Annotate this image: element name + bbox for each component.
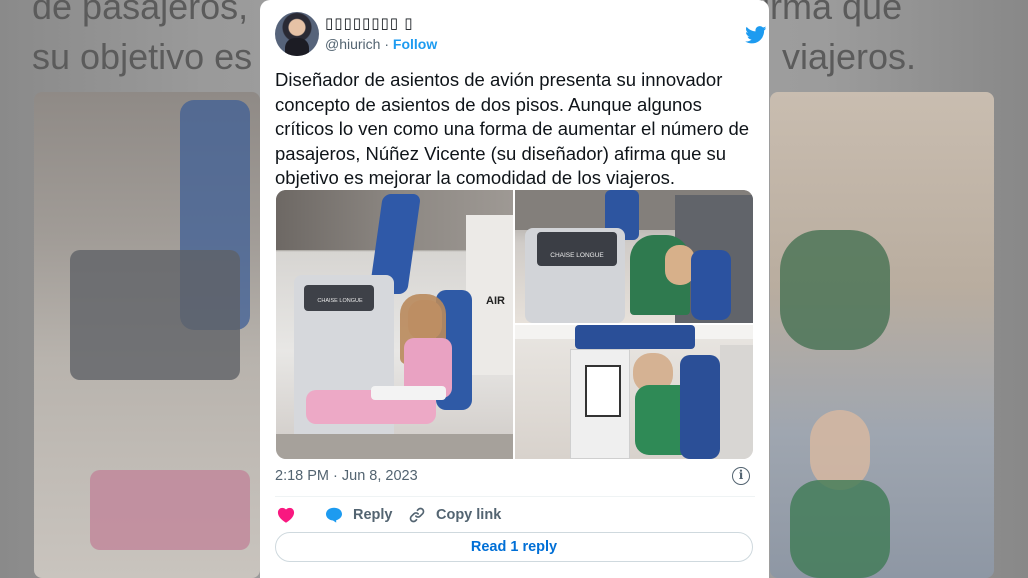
avatar[interactable]: [275, 12, 319, 56]
bg-left-pink: [90, 470, 250, 550]
armrest: [371, 386, 446, 400]
floor: [276, 434, 513, 459]
seat-blue-3: [680, 355, 720, 459]
read-replies-button[interactable]: Read 1 reply: [275, 532, 753, 562]
tweet-text: Diseñador de asientos de avión presenta …: [275, 69, 750, 188]
photo-top-right[interactable]: CHAISE LONGUE: [515, 190, 753, 323]
upper-seat-3: [575, 325, 695, 349]
copy-link-label: Copy link: [436, 507, 502, 523]
link-icon: [409, 507, 425, 523]
reply-bubble-icon: [326, 507, 342, 523]
author-name[interactable]: ▯▯▯▯▯▯▯▯ ▯: [325, 14, 413, 32]
seat-blue-2: [691, 250, 731, 320]
photo-main[interactable]: CHAISE LONGUE AIR: [276, 190, 513, 459]
divider: [275, 496, 755, 497]
booth-sign-text: AIR: [486, 295, 505, 307]
tweet-card: ▯▯▯▯▯▯▯▯ ▯ @hiurich · Follow Diseñador d…: [260, 0, 769, 578]
separator: ·: [380, 36, 393, 52]
wall-3: [720, 345, 753, 459]
placard: [585, 365, 621, 417]
bg-right-person-2: [790, 480, 890, 578]
bg-right-face: [810, 410, 870, 490]
tweet-header: ▯▯▯▯▯▯▯▯ ▯ @hiurich · Follow: [275, 12, 767, 58]
twitter-bird-icon[interactable]: [745, 26, 767, 44]
seat-brand-text: CHAISE LONGUE: [317, 298, 363, 304]
reply-label: Reply: [353, 507, 393, 523]
author-handle[interactable]: @hiurich: [325, 36, 380, 52]
seat-brand-plate-2: [537, 232, 617, 266]
bg-text-line2: su objetivo es: [32, 36, 253, 77]
seat-brand-text-2: CHAISE LONGUE: [550, 252, 604, 259]
bg-left-seat: [70, 250, 240, 380]
photo-bottom-right[interactable]: [515, 325, 753, 459]
copy-link-button[interactable]: Copy link: [408, 503, 501, 527]
like-button[interactable]: [277, 503, 305, 527]
bg-text-line1: de pasajeros,: [32, 0, 249, 27]
handle-row: @hiurich · Follow: [325, 36, 437, 52]
follow-button[interactable]: Follow: [393, 36, 437, 52]
bg-text-line2-right: viajeros.: [782, 36, 917, 77]
reply-button[interactable]: Reply: [325, 503, 393, 527]
media-grid: CHAISE LONGUE AIR CHAISE LONGUE: [276, 190, 753, 459]
action-bar: Reply Copy link: [275, 503, 755, 527]
tweet-timestamp[interactable]: 2:18 PM · Jun 8, 2023: [275, 468, 418, 484]
bg-right-person: [780, 230, 890, 350]
heart-icon: [277, 507, 295, 523]
info-icon[interactable]: i: [732, 467, 750, 485]
